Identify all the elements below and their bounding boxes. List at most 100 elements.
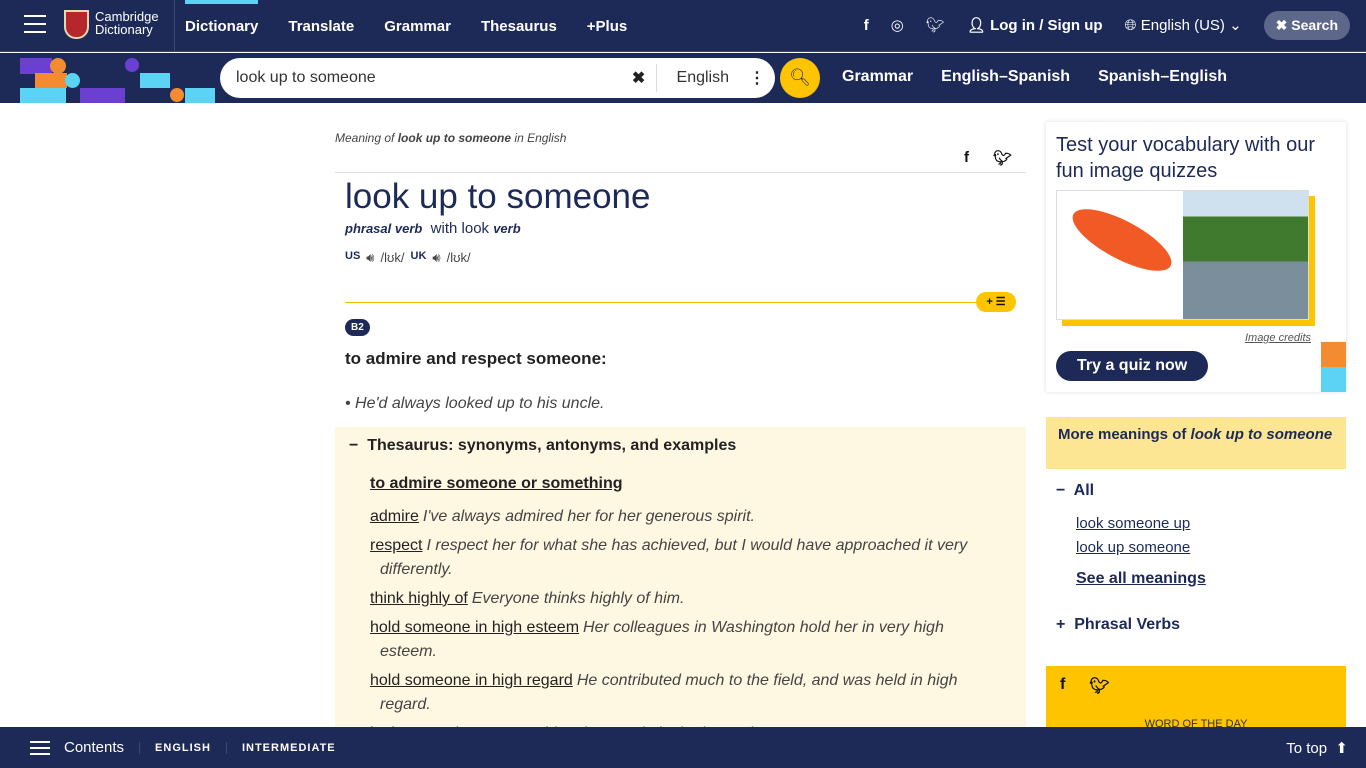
search-icon: 🔍︎ bbox=[789, 68, 811, 87]
facebook-share-icon[interactable]: f bbox=[964, 149, 969, 167]
all-toggle[interactable]: − All bbox=[1056, 482, 1094, 500]
synonym-example: Everyone thinks highly of him. bbox=[471, 590, 685, 607]
instagram-icon[interactable]: ◎ bbox=[891, 16, 904, 34]
thesaurus-item: admire I've always admired her for her ge… bbox=[370, 505, 990, 529]
more-word: look up to someone bbox=[1190, 426, 1333, 443]
dictionary-select[interactable]: English bbox=[655, 64, 749, 92]
cambridge-logo[interactable]: Cambridge Dictionary bbox=[64, 10, 159, 39]
nav-translate[interactable]: Translate bbox=[288, 18, 354, 35]
ipa-uk: /lʊk/ bbox=[446, 250, 471, 265]
nav-thesaurus[interactable]: Thesaurus bbox=[481, 18, 557, 35]
tag-intermediate[interactable]: INTERMEDIATE bbox=[225, 741, 351, 754]
synonym-example: I respect her for what she has achieved,… bbox=[380, 537, 968, 578]
twitter-icon[interactable]: 🐦︎ bbox=[926, 16, 945, 34]
decorative-square bbox=[1321, 367, 1346, 392]
entry-content: Meaning of look up to someone in English… bbox=[335, 103, 1026, 727]
image-credits-link[interactable]: Image credits bbox=[1245, 332, 1311, 344]
us-audio-icon[interactable]: 🔊︎ bbox=[366, 250, 374, 266]
try-quiz-button[interactable]: Try a quiz now bbox=[1056, 351, 1209, 381]
river-image bbox=[1183, 191, 1308, 319]
uk-audio-icon[interactable]: 🔊︎ bbox=[432, 250, 440, 266]
phrasal-label: Phrasal Verbs bbox=[1074, 616, 1181, 633]
caption-pre: Meaning of bbox=[335, 131, 398, 145]
login-link[interactable]: 👤︎ Log in / Sign up bbox=[967, 16, 1103, 34]
decorative-square bbox=[1321, 342, 1346, 367]
pos-label: phrasal verb bbox=[345, 221, 423, 236]
divider bbox=[335, 172, 1026, 173]
ipa-us: /lʊk/ bbox=[380, 250, 405, 265]
headword: look up to someone bbox=[345, 177, 651, 216]
more-pre: More meanings of bbox=[1058, 426, 1191, 443]
meaning-caption: Meaning of look up to someone in English bbox=[335, 131, 566, 145]
phrasal-verbs-toggle[interactable]: + Phrasal Verbs bbox=[1056, 616, 1180, 634]
with-pos: verb bbox=[493, 221, 521, 236]
with-label: with look bbox=[430, 220, 490, 237]
search-box: look up to someone ✖ English ⋮ bbox=[220, 58, 775, 98]
part-of-speech: phrasal verb with look verb bbox=[345, 220, 521, 237]
synonym-link[interactable]: admire bbox=[370, 508, 419, 525]
all-label: All bbox=[1073, 482, 1095, 499]
thesaurus-toggle[interactable]: − Thesaurus: synonyms, antonyms, and exa… bbox=[349, 437, 736, 455]
login-label: Log in / Sign up bbox=[990, 17, 1103, 34]
link-spanish-english[interactable]: Spanish–English bbox=[1098, 68, 1227, 86]
synonym-link[interactable]: hold someone in high esteem bbox=[370, 619, 579, 636]
search-label: Search bbox=[1291, 16, 1338, 33]
to-top-label: To top bbox=[1286, 739, 1328, 757]
thesaurus-panel: − Thesaurus: synonyms, antonyms, and exa… bbox=[335, 427, 1026, 727]
nav-grammar[interactable]: Grammar bbox=[384, 18, 451, 35]
kayak-image bbox=[1057, 191, 1183, 319]
contents-button[interactable]: Contents bbox=[64, 739, 124, 756]
level-badge: B2 bbox=[345, 319, 370, 336]
divider bbox=[174, 0, 175, 52]
language-label: English (US) bbox=[1140, 17, 1225, 34]
twitter-icon[interactable]: 🐦︎ bbox=[1089, 676, 1109, 696]
thesaurus-item: respect I respect her for what she has ac… bbox=[370, 534, 990, 582]
divider bbox=[345, 302, 1016, 303]
more-options-icon[interactable]: ⋮ bbox=[749, 68, 775, 88]
search-toggle-button[interactable]: ✖ Search bbox=[1263, 10, 1350, 40]
quiz-images[interactable] bbox=[1056, 190, 1309, 320]
thesaurus-sense-link[interactable]: to admire someone or something bbox=[370, 475, 622, 493]
top-header: Cambridge Dictionary Dictionary Translate… bbox=[0, 0, 1366, 52]
example-text: He'd always looked up to his uncle. bbox=[355, 395, 605, 412]
bottom-bar: Contents ENGLISH INTERMEDIATE To top ⬆︎ bbox=[0, 727, 1366, 768]
add-to-list-button[interactable]: + ☰ bbox=[976, 292, 1016, 312]
synonym-example: I've always admired her for her generous… bbox=[422, 508, 755, 525]
tag-english[interactable]: ENGLISH bbox=[139, 741, 226, 754]
thesaurus-item: hold someone in high esteem Her colleague… bbox=[370, 616, 990, 664]
thesaurus-item: think highly of Everyone thinks highly of… bbox=[370, 587, 990, 611]
search-input[interactable]: look up to someone bbox=[220, 69, 622, 87]
quiz-promo: Test your vocabulary with our fun image … bbox=[1046, 122, 1346, 392]
more-meanings-header: More meanings of look up to someone bbox=[1046, 417, 1346, 469]
uk-label: UK bbox=[410, 250, 427, 262]
hamburger-menu-icon[interactable] bbox=[24, 15, 46, 33]
nav-plus[interactable]: +Plus bbox=[587, 18, 627, 35]
synonym-link[interactable]: respect bbox=[370, 537, 422, 554]
thesaurus-title: Thesaurus: synonyms, antonyms, and examp… bbox=[367, 437, 737, 454]
logo-text-2: Dictionary bbox=[95, 22, 153, 37]
clear-icon[interactable]: ✖ bbox=[622, 68, 656, 88]
meaning-link[interactable]: look up someone bbox=[1076, 539, 1190, 556]
see-all-meanings-link[interactable]: See all meanings bbox=[1076, 570, 1206, 588]
link-english-spanish[interactable]: English–Spanish bbox=[941, 68, 1070, 86]
facebook-icon[interactable]: f bbox=[864, 17, 869, 34]
meaning-link[interactable]: look someone up bbox=[1076, 515, 1190, 532]
twitter-share-icon[interactable]: 🐦︎ bbox=[993, 149, 1012, 167]
crest-icon bbox=[64, 10, 89, 39]
contents-menu-icon[interactable] bbox=[30, 737, 50, 759]
thesaurus-item: hold someone in high regard He contribute… bbox=[370, 669, 990, 717]
quiz-title: Test your vocabulary with our fun image … bbox=[1056, 134, 1316, 182]
definition: to admire and respect someone: bbox=[345, 349, 607, 368]
search-button[interactable]: 🔍︎ bbox=[780, 58, 820, 98]
caption-post: in English bbox=[511, 131, 567, 145]
synonym-link[interactable]: think highly of bbox=[370, 590, 468, 607]
nav-dictionary[interactable]: Dictionary bbox=[185, 0, 259, 35]
search-band: look up to someone ✖ English ⋮ 🔍︎ Gramma… bbox=[0, 53, 1366, 103]
facebook-icon[interactable]: f bbox=[1060, 676, 1065, 696]
synonym-link[interactable]: hold someone in high regard bbox=[370, 672, 573, 689]
to-top-button[interactable]: To top ⬆︎ bbox=[1286, 739, 1348, 757]
caption-word: look up to someone bbox=[397, 131, 512, 145]
link-grammar[interactable]: Grammar bbox=[842, 68, 913, 86]
language-selector[interactable]: 🌐︎ English (US) ⌄ bbox=[1125, 16, 1242, 34]
pronunciation: US 🔊︎ /lʊk/ UK 🔊︎ /lʊk/ bbox=[345, 250, 471, 266]
